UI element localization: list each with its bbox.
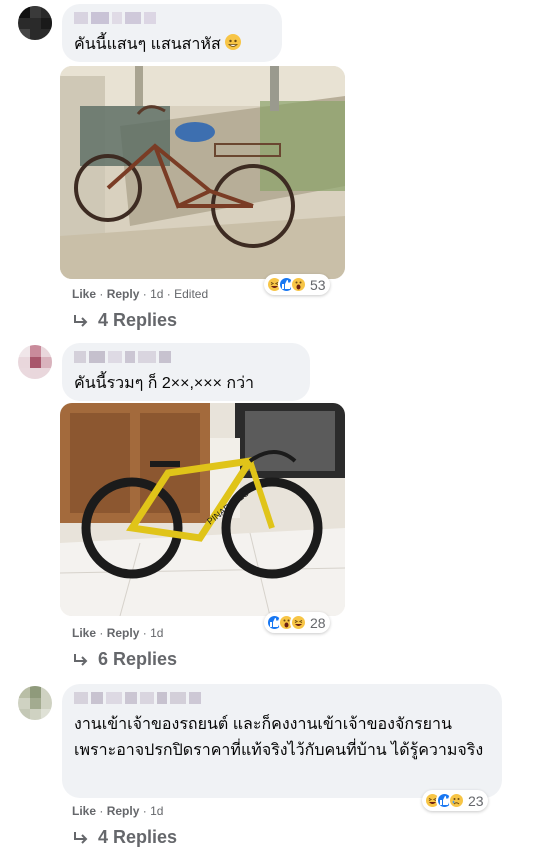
replies-count-label: 6 Replies (98, 649, 178, 669)
comment-actions: Like · Reply · 1d (72, 804, 164, 818)
like-link[interactable]: Like (72, 804, 96, 818)
view-replies-link[interactable]: 4 Replies (72, 827, 177, 848)
sad-icon (448, 792, 465, 809)
comment-timestamp[interactable]: 1d (150, 804, 163, 818)
replies-count-label: 4 Replies (98, 827, 178, 847)
view-replies-link[interactable]: 4 Replies (72, 310, 177, 331)
comment-bubble: งานเข้าเจ้าของรถยนต์ และก็คงงานเข้าเจ้าข… (62, 684, 502, 798)
reactions-summary[interactable]: 23 (422, 790, 488, 811)
old-bicycle-image (60, 66, 345, 279)
commenter-name-blurred[interactable] (74, 692, 490, 706)
grinning-emoji-icon (225, 34, 242, 50)
commenter-name-blurred[interactable] (74, 12, 270, 26)
avatar[interactable] (18, 6, 52, 40)
comment-text: งานเข้าเจ้าของรถยนต์ และก็คงงานเข้าเจ้าข… (74, 716, 484, 759)
comment-text: คันนี้รวมๆ ก็ 2××,××× กว่า (74, 375, 255, 392)
reply-arrow-icon (74, 314, 88, 327)
avatar[interactable] (18, 345, 52, 379)
reactions-summary[interactable]: 53 (264, 274, 330, 295)
reply-arrow-icon (74, 831, 88, 844)
reply-link[interactable]: Reply (107, 626, 140, 640)
view-replies-link[interactable]: 6 Replies (72, 649, 177, 670)
comment-actions: Like · Reply · 1d (72, 626, 164, 640)
edited-label[interactable]: Edited (174, 287, 208, 301)
yellow-road-bike-image: PINARELLO (60, 403, 345, 616)
haha-icon (290, 614, 307, 631)
reply-arrow-icon (74, 653, 88, 666)
comment-bubble: คันนี้แสนๆ แสนสาหัส (62, 4, 282, 62)
reaction-count: 23 (468, 792, 484, 809)
like-link[interactable]: Like (72, 626, 96, 640)
reactions-summary[interactable]: 28 (264, 612, 330, 633)
comment-text: คันนี้แสนๆ แสนสาหัส (74, 32, 270, 58)
comment-timestamp[interactable]: 1d (150, 626, 163, 640)
reaction-count: 53 (310, 276, 326, 293)
wow-icon (290, 276, 307, 293)
reply-link[interactable]: Reply (107, 804, 140, 818)
comment-photo-old-bicycle[interactable] (60, 66, 345, 279)
comment-bubble: คันนี้รวมๆ ก็ 2××,××× กว่า (62, 343, 310, 401)
comment-actions: Like · Reply · 1d · Edited (72, 287, 209, 301)
reaction-count: 28 (310, 614, 326, 631)
replies-count-label: 4 Replies (98, 310, 178, 330)
like-link[interactable]: Like (72, 287, 96, 301)
reply-link[interactable]: Reply (107, 287, 140, 301)
comment-photo-road-bike[interactable]: PINARELLO (60, 403, 345, 616)
commenter-name-blurred[interactable] (74, 351, 298, 365)
comment-timestamp[interactable]: 1d (150, 287, 163, 301)
avatar[interactable] (18, 686, 52, 720)
